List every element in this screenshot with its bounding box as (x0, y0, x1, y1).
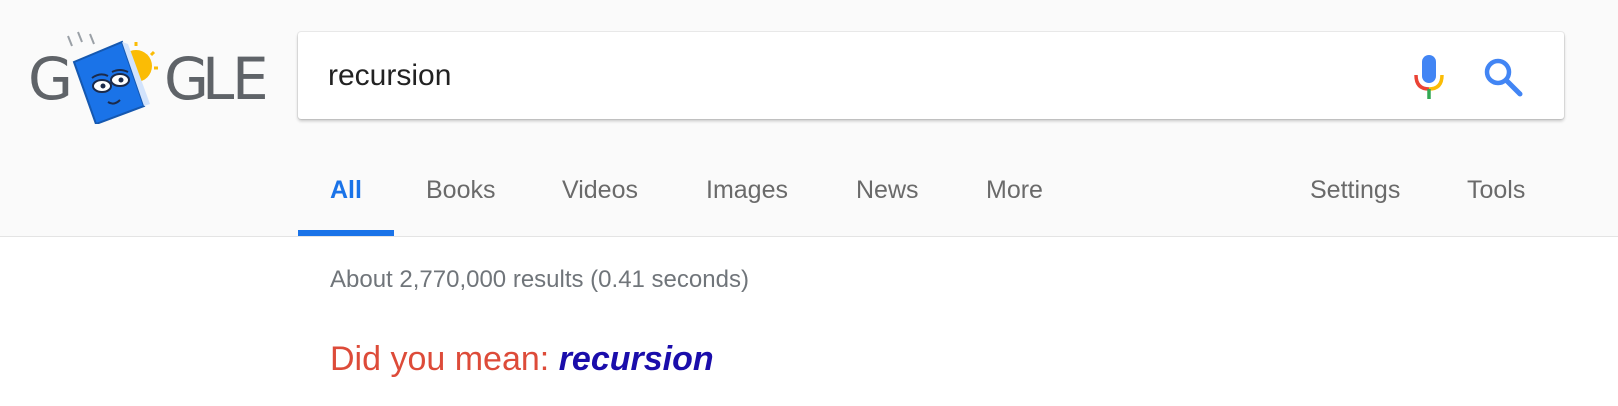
google-doodle-logo[interactable]: G G L E (26, 28, 269, 124)
tab-tools[interactable]: Tools (1467, 176, 1525, 205)
did-you-mean-suggestion-link[interactable]: recursion (559, 340, 714, 378)
tab-more[interactable]: More (986, 176, 1043, 205)
search-header: G G L E recursion All Books Videos Image… (0, 0, 1618, 237)
tab-settings[interactable]: Settings (1310, 176, 1400, 205)
did-you-mean-label: Did you mean: (330, 340, 550, 378)
search-input[interactable] (328, 54, 1328, 98)
logo-letter-l: L (202, 45, 236, 113)
search-icon[interactable] (1482, 56, 1524, 98)
did-you-mean: Did you mean: recursion (330, 340, 714, 379)
logo-letter-e: E (232, 45, 270, 113)
tab-books[interactable]: Books (426, 176, 495, 205)
tab-news[interactable]: News (856, 176, 919, 205)
tab-all[interactable]: All (330, 176, 362, 205)
tab-videos[interactable]: Videos (562, 176, 638, 205)
doodle-book-sun-icon (67, 31, 158, 124)
active-tab-indicator (298, 230, 394, 236)
microphone-icon[interactable] (1411, 54, 1447, 100)
search-box (298, 32, 1564, 119)
result-stats: About 2,770,000 results (0.41 seconds) (330, 266, 749, 293)
tab-images[interactable]: Images (706, 176, 788, 205)
